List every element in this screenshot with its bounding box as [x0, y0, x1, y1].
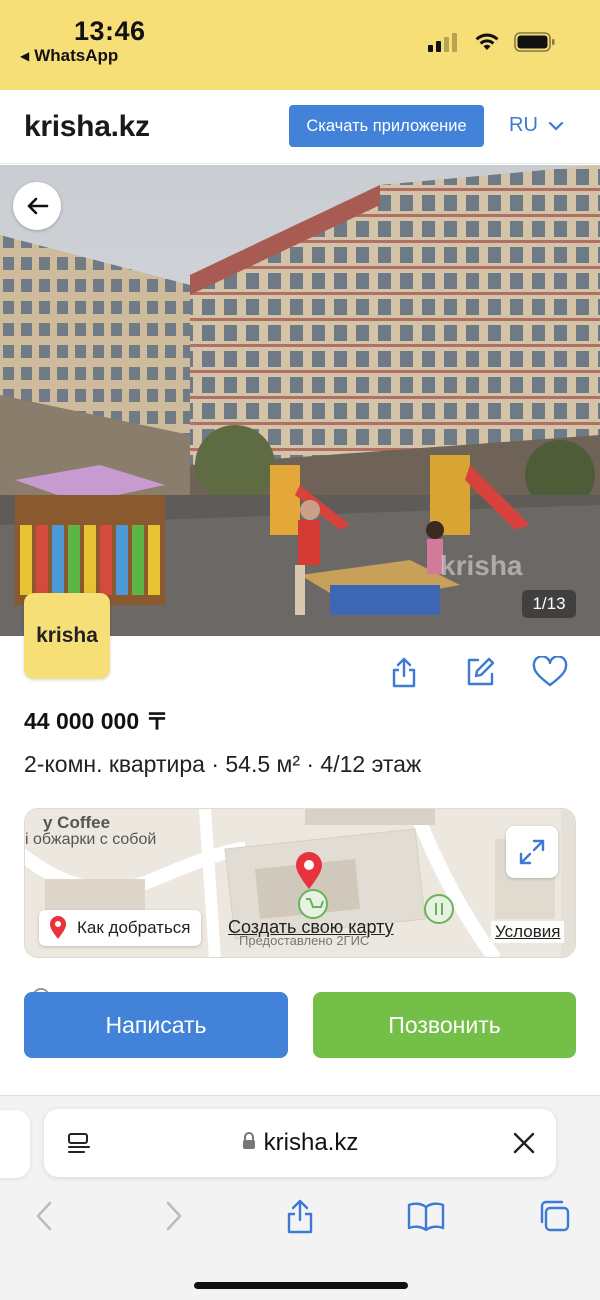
back-app-label: WhatsApp: [34, 46, 119, 65]
favorite-button[interactable]: [532, 654, 568, 690]
share-icon: [392, 657, 416, 688]
listing-price: 44 000 000 〒: [24, 708, 169, 734]
create-map-link[interactable]: Создать свою карту: [228, 917, 394, 938]
back-button[interactable]: [13, 182, 61, 230]
previous-tab[interactable]: [0, 1110, 30, 1178]
expand-map-button[interactable]: [506, 826, 558, 878]
cellular-signal-icon: [428, 33, 457, 52]
map-poi-label: y Coffee: [43, 813, 111, 832]
language-label: RU: [509, 114, 538, 136]
site-logo[interactable]: krisha.kz: [24, 110, 150, 144]
conditions-link[interactable]: Условия: [491, 921, 565, 943]
download-app-button[interactable]: Скачать приложение: [289, 105, 484, 147]
forward-icon: [166, 1201, 182, 1231]
agency-badge[interactable]: krisha: [24, 593, 110, 679]
expand-icon: [519, 839, 545, 865]
back-triangle-icon: ◀: [20, 49, 30, 63]
tabs-icon: [540, 1200, 570, 1232]
back-icon: [36, 1201, 52, 1231]
language-selector[interactable]: RU: [509, 114, 564, 137]
status-time: 13:46: [74, 16, 146, 46]
browser-toolbar: [0, 1196, 600, 1236]
wifi-icon: [475, 33, 499, 50]
back-to-app-link[interactable]: ◀ WhatsApp: [20, 46, 118, 66]
edit-button[interactable]: [462, 654, 498, 690]
chevron-down-icon: [548, 121, 563, 131]
location-pin-icon: [296, 852, 322, 889]
favorite-heart-icon: [532, 656, 568, 687]
site-header: krisha.kz Скачать приложение RU: [0, 90, 600, 164]
lock-icon: [242, 1132, 255, 1149]
route-button-label: Как добраться: [77, 918, 191, 937]
listing-actions: [386, 654, 576, 694]
status-icons: [428, 32, 556, 52]
share-button[interactable]: [386, 654, 422, 690]
address-bar[interactable]: krisha.kz: [44, 1109, 556, 1177]
browser-share-button[interactable]: [280, 1196, 320, 1236]
status-bar: 13:46 ◀ WhatsApp: [0, 0, 600, 90]
map-pin-icon: [50, 916, 66, 939]
photo-watermark: krisha: [440, 550, 523, 581]
home-indicator: [194, 1282, 408, 1289]
browser-bookmarks-button[interactable]: [406, 1196, 446, 1236]
location-map[interactable]: y Coffee і обжарки с собой Предоставлено…: [24, 808, 576, 958]
url-display: krisha.kz: [44, 1129, 556, 1157]
write-button[interactable]: Написать: [24, 992, 288, 1058]
url-text: krisha.kz: [263, 1129, 359, 1156]
browser-tabs-button[interactable]: [534, 1196, 574, 1236]
share-icon: [287, 1199, 313, 1234]
browser-back-button[interactable]: [24, 1196, 64, 1236]
route-button[interactable]: Как добраться: [39, 910, 201, 946]
edit-icon: [467, 657, 495, 686]
browser-chrome: krisha.kz: [0, 1095, 600, 1300]
photo-counter: 1/13: [522, 590, 576, 618]
battery-icon: [514, 32, 555, 52]
listing-photo[interactable]: krisha: [0, 165, 600, 636]
close-icon[interactable]: [512, 1131, 536, 1155]
call-button[interactable]: Позвонить: [313, 992, 576, 1058]
arrow-left-icon: [27, 197, 49, 215]
map-poi-label-2: і обжарки с собой: [25, 831, 157, 848]
bookmarks-icon: [407, 1202, 445, 1232]
listing-summary: 2-комн. квартира · 54.5 м² · 4/12 этаж: [24, 751, 422, 777]
browser-forward-button[interactable]: [154, 1196, 194, 1236]
